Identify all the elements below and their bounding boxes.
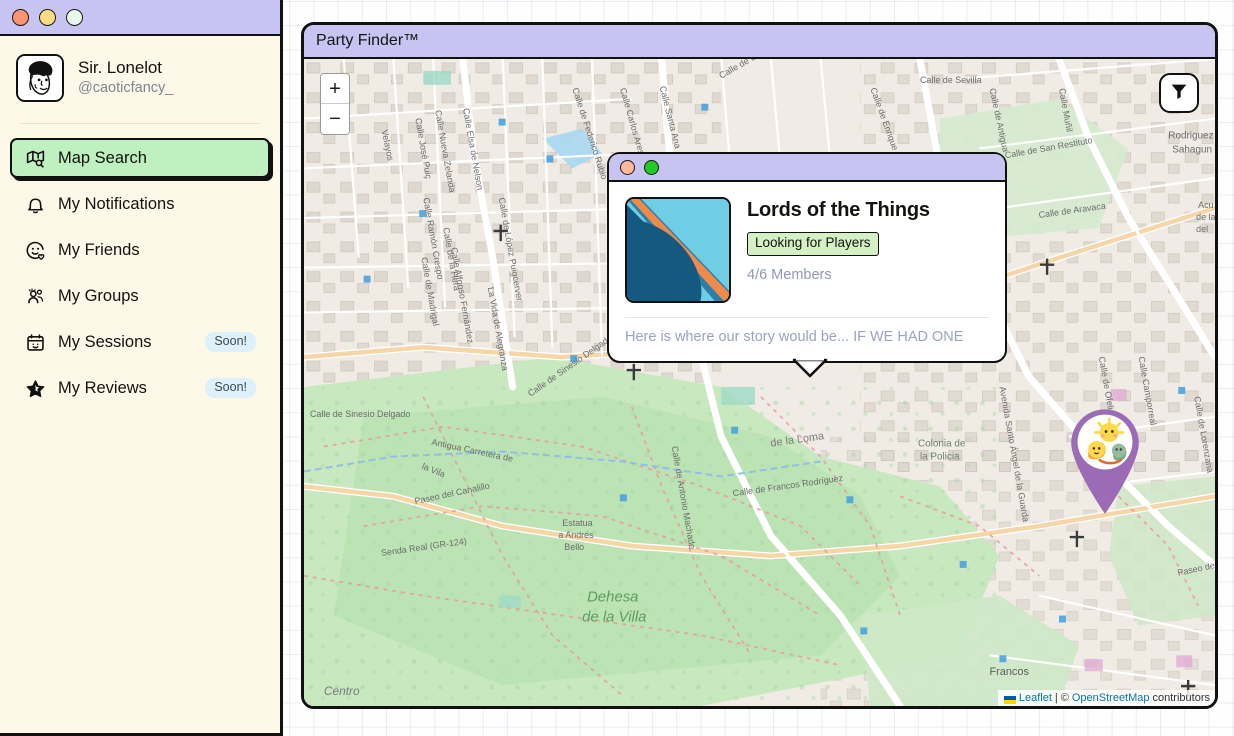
svg-text:de la: de la (1196, 212, 1215, 222)
map-attribution: Leaflet | © OpenStreetMap contributors (997, 690, 1215, 706)
map-panel: Party Finder™ Velayos Calle José Puiç Ca… (301, 22, 1218, 709)
svg-text:del: del (1196, 224, 1208, 234)
window-close-button[interactable] (12, 8, 29, 26)
game-popup-card: Lords of the Things Looking for Players … (607, 152, 1007, 378)
avatar (16, 54, 64, 102)
sidebar-item-my-sessions[interactable]: My Sessions Soon! (10, 322, 270, 362)
svg-text:Colonia de: Colonia de (918, 439, 966, 450)
attribution-suffix: contributors (1152, 692, 1210, 704)
popup-titlebar (609, 154, 1005, 182)
filter-button[interactable] (1159, 73, 1199, 113)
smiley-heart-icon (24, 239, 46, 261)
svg-text:Acu: Acu (1198, 200, 1213, 210)
page-title: Party Finder™ (316, 32, 420, 49)
sidebar-item-label: My Sessions (58, 332, 152, 351)
ukraine-flag-icon (1003, 695, 1016, 704)
status-badge: Looking for Players (747, 232, 879, 256)
window-maximize-button[interactable] (66, 8, 83, 26)
map-panel-header: Party Finder™ (304, 25, 1215, 59)
map-zoom-control: + − (320, 73, 350, 135)
zoom-out-button[interactable]: − (321, 104, 349, 134)
svg-text:a Andrés: a Andrés (558, 530, 594, 540)
sidebar-item-label: My Friends (58, 240, 140, 259)
filter-funnel-icon (1169, 81, 1189, 106)
attribution-separator: | (1054, 692, 1058, 704)
svg-text:Bello: Bello (564, 542, 584, 552)
status-badge: Soon! (205, 332, 256, 352)
svg-text:Calle de Sinesio Delgado: Calle de Sinesio Delgado (310, 409, 410, 419)
people-group-icon (24, 285, 46, 307)
openstreetmap-link[interactable]: OpenStreetMap (1072, 692, 1150, 704)
popup-info: Lords of the Things Looking for Players … (747, 197, 989, 303)
svg-text:Sahagun: Sahagun (1172, 144, 1212, 155)
window-minimize-button[interactable] (39, 8, 56, 26)
sidebar-item-my-friends[interactable]: My Friends (10, 230, 270, 270)
sidebar-item-my-groups[interactable]: My Groups (10, 276, 270, 316)
zoom-in-button[interactable]: + (321, 74, 349, 104)
bell-icon (24, 193, 46, 215)
svg-text:de la Villa: de la Villa (582, 610, 646, 626)
calendar-icon (24, 331, 46, 353)
sidebar-item-label: My Reviews (58, 378, 147, 397)
map-canvas[interactable]: Velayos Calle José Puiç Calle Nueva Zela… (304, 59, 1215, 706)
sidebar-item-label: My Notifications (58, 194, 175, 213)
svg-text:Estatua: Estatua (562, 518, 592, 528)
game-story: Here is where our story would be... IF W… (625, 329, 964, 345)
svg-text:Rodriguez: Rodriguez (1168, 131, 1213, 142)
window-titlebar (0, 0, 280, 36)
map-search-icon (24, 147, 46, 169)
sidebar: Sir. Lonelot @caoticfancy_ Map Search My… (0, 0, 283, 736)
profile-block[interactable]: Sir. Lonelot @caoticfancy_ (0, 36, 280, 118)
leaflet-link[interactable]: Leaflet (1019, 692, 1052, 704)
profile-display-name: Sir. Lonelot (78, 58, 162, 78)
star-icon (24, 377, 46, 399)
copyright-symbol: © (1060, 692, 1069, 704)
members-count: 4/6 Members (747, 266, 832, 283)
app-root: Sir. Lonelot @caoticfancy_ Map Search My… (0, 0, 1234, 736)
sidebar-divider (20, 123, 260, 124)
sidebar-item-label: My Groups (58, 286, 139, 305)
sidebar-item-my-notifications[interactable]: My Notifications (10, 184, 270, 224)
profile-handle: @caoticfancy_ (78, 80, 174, 97)
sidebar-nav: Map Search My Notifications My Friends M… (0, 138, 280, 408)
sidebar-item-my-reviews[interactable]: My Reviews Soon! (10, 368, 270, 408)
svg-text:la Policia: la Policia (920, 452, 960, 463)
status-badge: Soon! (205, 378, 256, 398)
sidebar-item-map-search[interactable]: Map Search (10, 138, 270, 178)
popup-close-button[interactable] (620, 159, 635, 175)
popup-maximize-button[interactable] (644, 159, 659, 175)
popup-body: Lords of the Things Looking for Players … (609, 182, 1005, 303)
svg-text:Centro: Centro (324, 684, 360, 698)
game-title: Lords of the Things (747, 199, 930, 221)
svg-text:Francos: Francos (989, 666, 1029, 678)
abstract-game-cover (625, 197, 731, 303)
svg-text:Dehesa: Dehesa (587, 590, 638, 606)
party-marker-2[interactable] (1067, 405, 1143, 515)
popup-tail (792, 355, 828, 378)
svg-text:Calle de Sevilla: Calle de Sevilla (920, 75, 982, 85)
sidebar-item-label: Map Search (58, 148, 147, 167)
